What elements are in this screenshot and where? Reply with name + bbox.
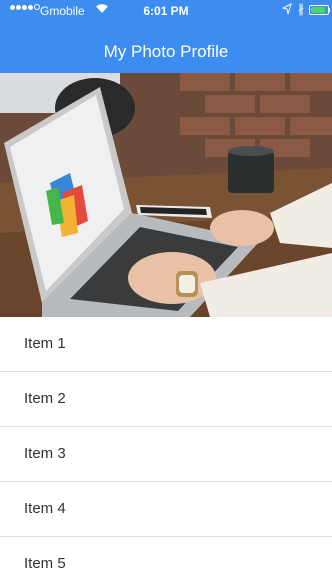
app-screen: Gmobile 6:01 PM ∦ My Photo Profile Item … [0,0,332,588]
list-item-label: Item 1 [24,335,66,352]
list-item-label: Item 2 [24,390,66,407]
list-item[interactable]: Item 4 [0,482,332,537]
list-item[interactable]: Item 1 [0,317,332,372]
list-item[interactable]: Item 2 [0,372,332,427]
item-list: Item 1 Item 2 Item 3 Item 4 Item 5 [0,317,332,588]
list-item-label: Item 4 [24,500,66,517]
bluetooth-icon: ∦ [298,2,304,16]
laptop-desk-photo-icon [0,73,332,317]
list-item-label: Item 5 [24,555,66,572]
location-arrow-icon [282,3,292,15]
battery-tip [328,8,330,12]
status-bar: Gmobile 6:01 PM ∦ [0,0,332,22]
profile-photo [0,73,332,317]
page-title: My Photo Profile [103,42,229,61]
list-item[interactable]: Item 3 [0,427,332,482]
app-header: Gmobile 6:01 PM ∦ My Photo Profile [0,0,332,73]
list-item-label: Item 3 [24,445,66,462]
list-item[interactable]: Item 5 [0,537,332,588]
battery-icon [309,5,329,15]
battery-level-fill [311,7,325,13]
